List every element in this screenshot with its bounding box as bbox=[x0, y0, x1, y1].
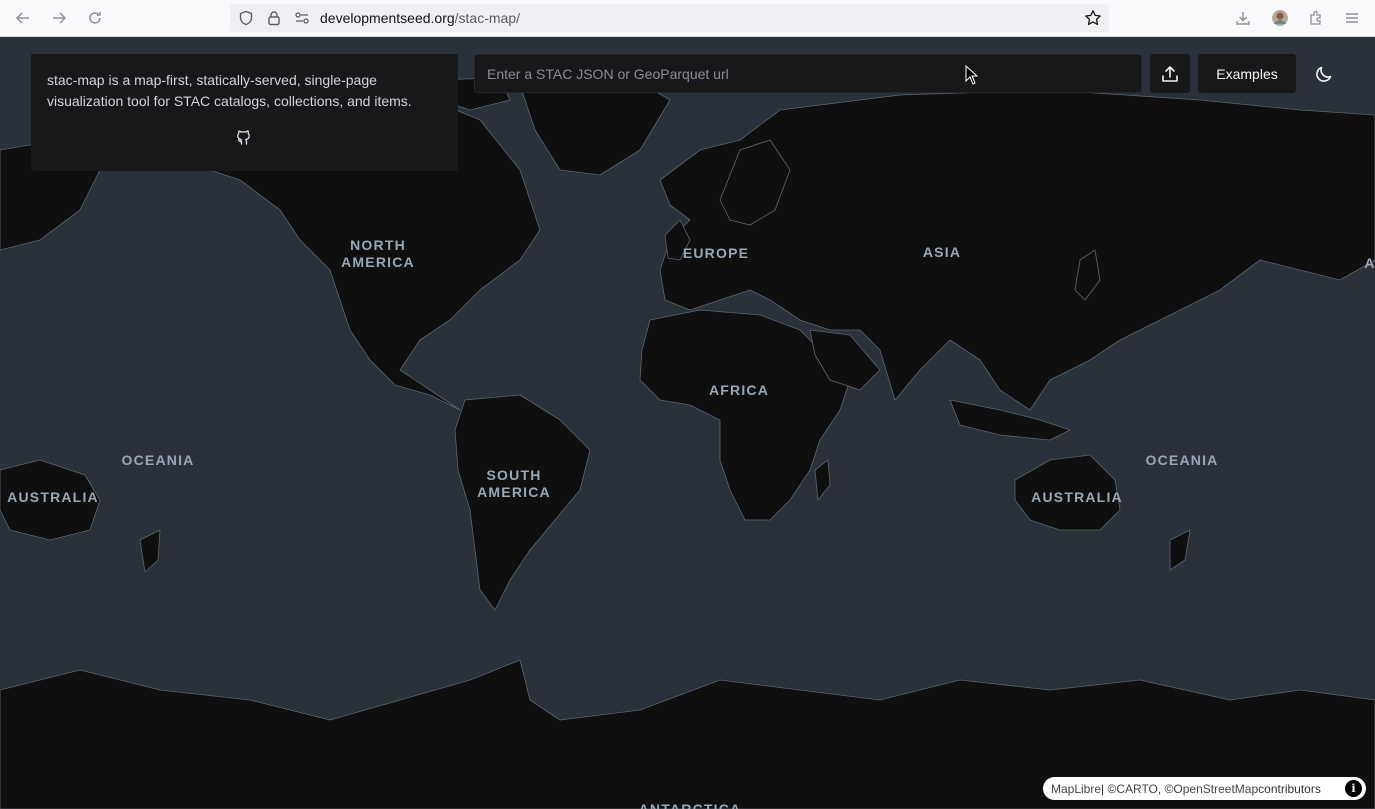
map-label-africa: AFRICA bbox=[708, 382, 770, 398]
attribution-separator: | © bbox=[1101, 781, 1117, 796]
extensions-icon[interactable] bbox=[1304, 7, 1328, 29]
attribution-info-icon[interactable]: i bbox=[1345, 780, 1362, 797]
back-icon[interactable] bbox=[11, 7, 35, 29]
map-label-asia-edge: A bbox=[1364, 255, 1375, 271]
map-label-australia-right: AUSTRALIA bbox=[1031, 489, 1123, 505]
map-label-oceania-right: OCEANIA bbox=[1145, 452, 1219, 468]
lock-icon[interactable] bbox=[264, 8, 284, 28]
shield-icon[interactable] bbox=[236, 8, 256, 28]
map-label-oceania-left: OCEANIA bbox=[121, 452, 195, 468]
mouse-cursor-icon bbox=[965, 64, 979, 90]
url-text[interactable]: developmentseed.org/stac-map/ bbox=[320, 10, 520, 26]
forward-icon[interactable] bbox=[47, 7, 71, 29]
theme-toggle-button[interactable] bbox=[1306, 56, 1342, 92]
attribution-contributors: contributors bbox=[1258, 781, 1321, 796]
attribution-comma: , © bbox=[1157, 781, 1174, 796]
url-bar[interactable]: developmentseed.org/stac-map/ bbox=[230, 4, 1109, 32]
browser-toolbar: developmentseed.org/stac-map/ bbox=[0, 0, 1375, 37]
maplibre-link[interactable]: MapLibre bbox=[1051, 782, 1101, 796]
url-domain: developmentseed.org bbox=[320, 10, 455, 26]
examples-button[interactable]: Examples bbox=[1198, 54, 1296, 93]
reload-icon[interactable] bbox=[83, 7, 107, 29]
stac-url-input[interactable] bbox=[474, 54, 1142, 93]
map-label-antarctica: ANTARCTICA bbox=[638, 801, 742, 809]
carto-link[interactable]: CARTO bbox=[1116, 782, 1158, 796]
map-label-south-america: SOUTH AMERICA bbox=[477, 467, 551, 500]
permissions-icon[interactable] bbox=[292, 8, 312, 28]
github-icon[interactable] bbox=[235, 128, 253, 146]
url-path: /stac-map/ bbox=[454, 10, 521, 26]
bookmark-star-icon[interactable] bbox=[1083, 8, 1103, 28]
map-label-australia-left: AUSTRALIA bbox=[7, 489, 99, 505]
map-label-north-america: NORTH AMERICA bbox=[341, 237, 415, 270]
menu-icon[interactable] bbox=[1340, 7, 1364, 29]
download-icon[interactable] bbox=[1231, 7, 1255, 29]
upload-icon bbox=[1162, 65, 1178, 82]
app-description: stac-map is a map-first, statically-serv… bbox=[47, 72, 412, 109]
upload-button[interactable] bbox=[1150, 54, 1190, 93]
profile-avatar-icon[interactable] bbox=[1268, 7, 1292, 29]
osm-link[interactable]: OpenStreetMap bbox=[1173, 782, 1258, 796]
info-panel: stac-map is a map-first, statically-serv… bbox=[31, 54, 458, 171]
map-label-asia: ASIA bbox=[922, 244, 962, 260]
map-attribution: MapLibre | © CARTO , © OpenStreetMap con… bbox=[1043, 777, 1366, 800]
map-label-europe: EUROPE bbox=[682, 245, 750, 261]
moon-icon bbox=[1316, 66, 1332, 82]
